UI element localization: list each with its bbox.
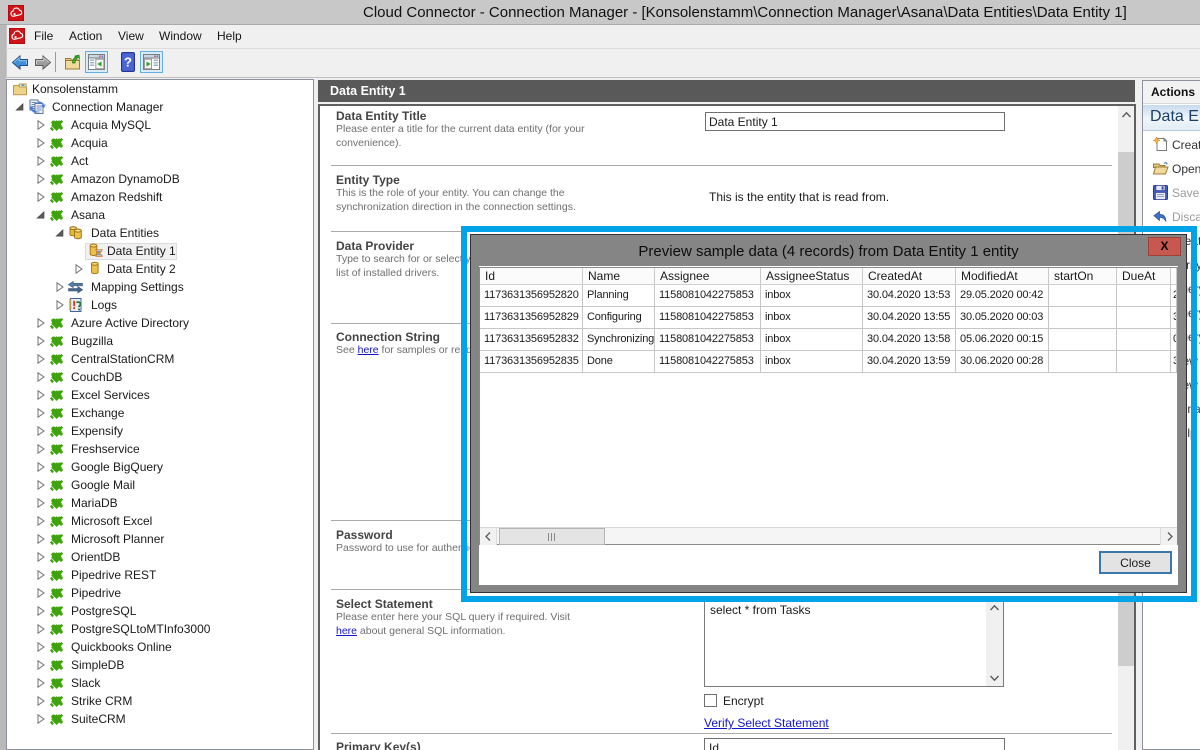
svg-text:?: ?	[124, 55, 132, 70]
